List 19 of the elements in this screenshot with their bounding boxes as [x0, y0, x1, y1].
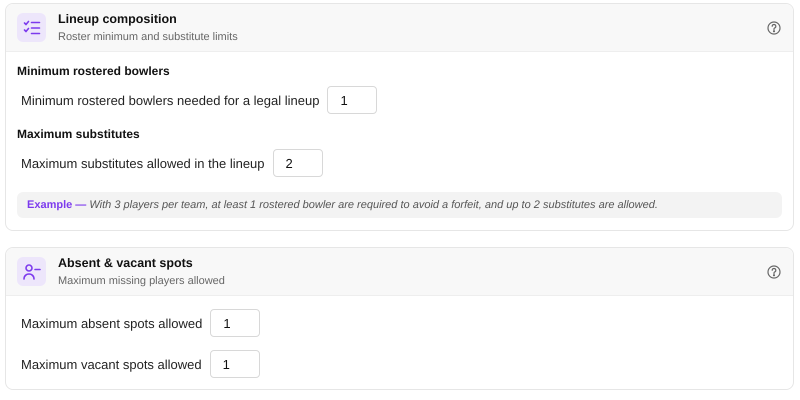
- example-note: Example — With 3 players per team, at least 1 rostered bowler are required to avoid a forfeit, and up to 2 substitutes are allowed.: [17, 192, 782, 218]
- number-field[interactable]: 1: [210, 350, 260, 378]
- field-label: Maximum vacant spots allowed: [21, 356, 202, 372]
- help-icon[interactable]: [767, 20, 781, 34]
- section-heading: Maximum substitutes: [17, 127, 141, 141]
- field-label: Maximum substitutes allowed in the lineup: [21, 156, 265, 170]
- checklist-icon: [22, 18, 40, 36]
- field-label: Maximum absent spots allowed: [21, 316, 202, 330]
- card-subtitle: Maximum missing players allowed: [58, 275, 226, 287]
- number-field[interactable]: 2: [272, 149, 323, 177]
- card-title: Lineup composition: [58, 12, 178, 26]
- field-label: Minimum rostered bowlers needed for a legal lineup: [21, 92, 320, 108]
- section-heading: Minimum rostered bowlers: [17, 64, 171, 78]
- person-minus-icon: [22, 262, 40, 280]
- number-field[interactable]: 1: [210, 309, 260, 337]
- card-subtitle: Roster minimum and substitute limits: [58, 31, 239, 43]
- number-field[interactable]: 1: [327, 86, 378, 114]
- help-icon[interactable]: [767, 264, 781, 278]
- card-title: Absent & vacant spots: [58, 256, 194, 270]
